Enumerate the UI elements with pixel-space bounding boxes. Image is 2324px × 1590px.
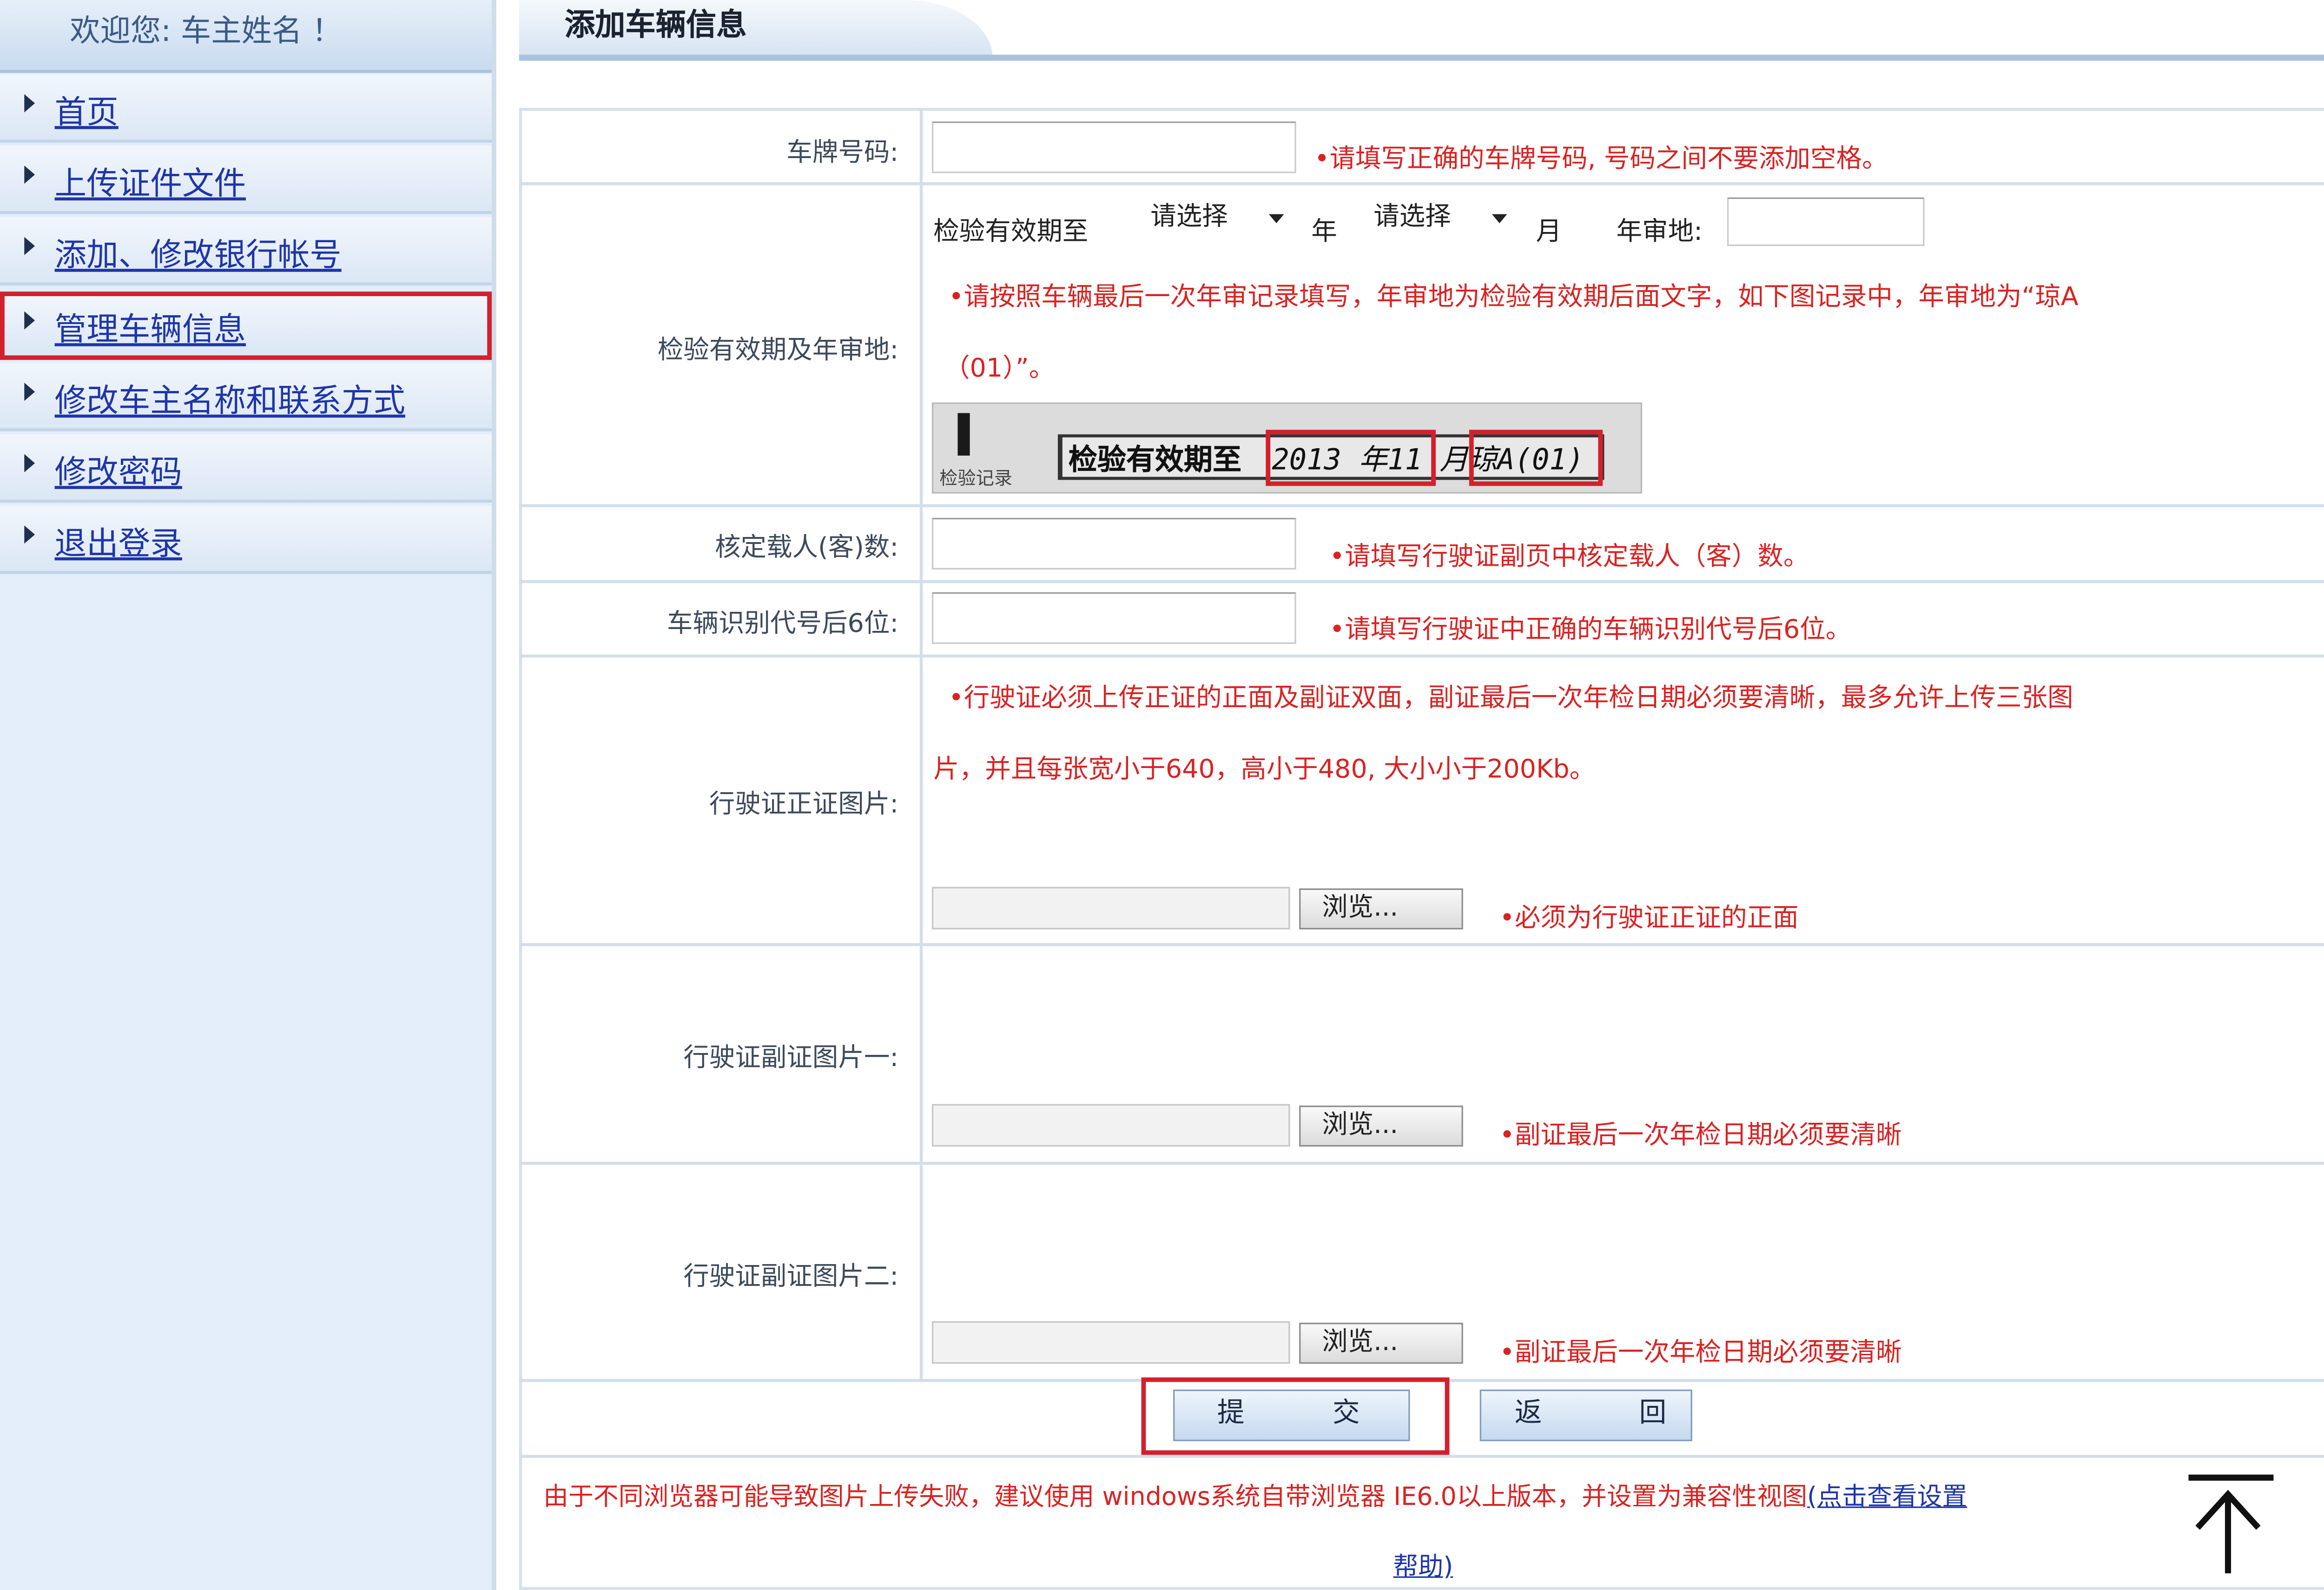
inspection-month-select-value: 请选择 (1373, 202, 1451, 232)
sidebar-item-label[interactable]: 管理车辆信息 (55, 305, 246, 351)
inspection-prefix: 检验有效期至 (933, 217, 1089, 248)
license-sub2-label: 行驶证副证图片二: (683, 1262, 899, 1292)
license-sub2-note: •副证最后一次年检日期必须要清晰 (1499, 1338, 1902, 1369)
browser-compat-note: 由于不同浏览器可能导致图片上传失败，建议使用 windows系统自带浏览器 IE… (543, 1476, 1967, 1512)
license-front-browse-button[interactable]: 浏览... (1299, 888, 1463, 930)
sidebar-item-label[interactable]: 退出登录 (55, 519, 182, 565)
capacity-label: 核定载人(客)数: (714, 533, 899, 563)
license-sub1-label: 行驶证副证图片一: (683, 1043, 899, 1074)
plate-label: 车牌号码: (786, 138, 899, 169)
sidebar-item-logout[interactable]: 退出登录 (0, 505, 492, 574)
license-sub1-note: •副证最后一次年检日期必须要清晰 (1499, 1120, 1902, 1152)
sidebar-item-bank-account[interactable]: 添加、修改银行帐号 (0, 217, 492, 286)
vin-input[interactable] (931, 592, 1296, 644)
capacity-input[interactable] (931, 517, 1296, 570)
sidebar-item-label[interactable]: 修改密码 (55, 448, 182, 494)
row-divider (519, 504, 2324, 508)
row-divider (519, 182, 2324, 186)
inspection-month-select[interactable]: 请选择 (1358, 197, 1517, 243)
submit-button-char2: 交 (1332, 1397, 1360, 1429)
triangle-right-icon (24, 166, 35, 184)
sample-main-text: 检验有效期至 (1068, 443, 1242, 477)
sidebar-item-label[interactable]: 上传证件文件 (55, 159, 246, 205)
month-unit: 月 (1536, 217, 1562, 248)
help-link-line2: 帮助) (1393, 1546, 1453, 1582)
triangle-right-icon (24, 383, 35, 401)
inspection-place-input[interactable] (1727, 197, 1925, 246)
row-divider (519, 580, 2324, 583)
license-sub2-browse-button[interactable]: 浏览... (1299, 1323, 1463, 1364)
highlight-box-place (1469, 430, 1603, 486)
inspection-hint-line1: •请按照车辆最后一次年审记录填写，年审地为检验有效期后面文字，如下图记录中，年审… (948, 282, 2079, 313)
license-front-note: •必须为行驶证正证的正面 (1499, 903, 1799, 934)
page-title: 添加车辆信息 (564, 6, 747, 43)
row-divider (519, 1161, 2324, 1165)
sample-small-text: 检验记录 (939, 468, 1013, 489)
triangle-right-icon (24, 311, 35, 330)
license-sub1-browse-button[interactable]: 浏览... (1299, 1106, 1463, 1147)
welcome-banner: 欢迎您: 车主姓名 ！ (0, 0, 492, 73)
inspection-place-label: 年审地: (1616, 217, 1703, 248)
license-sub1-file-input[interactable] (931, 1104, 1290, 1147)
sidebar-item-upload-documents[interactable]: 上传证件文件 (0, 146, 492, 214)
plate-hint: •请填写正确的车牌号码, 号码之间不要添加空格。 (1314, 144, 1888, 175)
chevron-down-icon (1492, 214, 1507, 224)
settings-help-link[interactable]: (点击查看设置 (1807, 1482, 1967, 1511)
year-unit: 年 (1311, 217, 1337, 248)
back-button-char1: 返 (1514, 1397, 1542, 1429)
highlight-box-date (1266, 430, 1436, 486)
plate-input[interactable] (931, 121, 1296, 173)
sidebar-item-edit-owner-info[interactable]: 修改车主名称和联系方式 (0, 363, 492, 431)
column-divider (919, 109, 923, 1381)
row-divider (519, 943, 2324, 947)
inspection-year-select[interactable]: 请选择 (1135, 197, 1294, 243)
settings-help-link-continued[interactable]: 帮助) (1393, 1552, 1453, 1581)
sample-mark (957, 413, 970, 456)
vin-hint: •请填写行驶证中正确的车辆识别代号后6位。 (1329, 615, 1852, 646)
license-front-file-input[interactable] (931, 887, 1290, 930)
triangle-right-icon (24, 454, 35, 472)
sidebar-item-change-password[interactable]: 修改密码 (0, 434, 492, 503)
sidebar-item-label[interactable]: 添加、修改银行帐号 (55, 231, 342, 277)
sidebar-item-home[interactable]: 首页 (0, 74, 492, 143)
inspection-year-select-value: 请选择 (1150, 202, 1228, 232)
submit-button-char1: 提 (1217, 1397, 1245, 1429)
inspection-hint-line2: （01）”。 (944, 354, 1055, 384)
license-front-hint-line1: •行驶证必须上传正证的正面及副证双面，副证最后一次年检日期必须要清晰，最多允许上… (948, 683, 2073, 714)
sidebar-item-label[interactable]: 修改车主名称和联系方式 (55, 377, 405, 422)
sidebar-item-label[interactable]: 首页 (55, 88, 119, 133)
header-divider (519, 54, 2324, 61)
arrow-up-icon[interactable] (2185, 1473, 2277, 1577)
chevron-down-icon (1268, 214, 1284, 224)
triangle-right-icon (24, 237, 35, 255)
sidebar-divider (491, 0, 496, 1590)
capacity-hint: •请填写行驶证副页中核定载人（客）数。 (1329, 542, 1809, 573)
back-button-char2: 回 (1639, 1397, 1667, 1429)
browser-compat-text: 由于不同浏览器可能导致图片上传失败，建议使用 windows系统自带浏览器 IE… (543, 1482, 1808, 1511)
license-front-label: 行驶证正证图片: (709, 789, 899, 820)
license-sub2-file-input[interactable] (931, 1321, 1290, 1364)
row-divider (519, 1455, 2324, 1458)
triangle-right-icon (24, 525, 35, 544)
triangle-right-icon (24, 94, 35, 113)
vin-label: 车辆识别代号后6位: (667, 609, 899, 640)
license-front-hint-line2: 片，并且每张宽小于640，高小于480, 大小小于200Kb。 (933, 755, 1596, 785)
sidebar-item-manage-vehicles[interactable]: 管理车辆信息 (0, 292, 492, 360)
back-button[interactable]: 返 回 (1479, 1389, 1692, 1441)
submit-button[interactable]: 提 交 (1173, 1389, 1410, 1441)
inspection-label: 检验有效期及年审地: (657, 335, 899, 366)
row-divider (519, 654, 2324, 658)
